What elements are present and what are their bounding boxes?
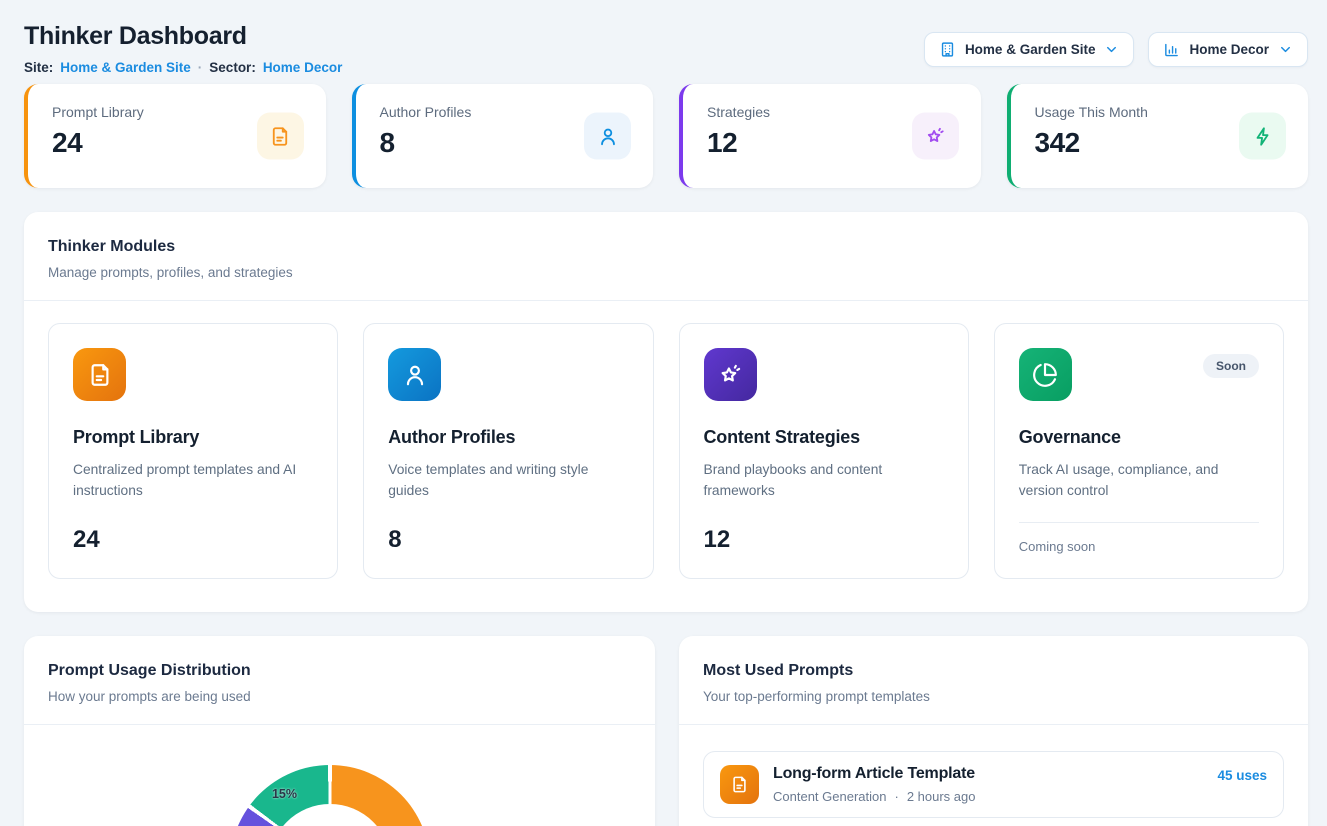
bar-chart-icon [1163, 41, 1180, 58]
donut-segment-label: 15% [272, 787, 297, 801]
modules-subtitle: Manage prompts, profiles, and strategies [48, 265, 1284, 280]
usage-donut-chart: 15% [230, 765, 430, 826]
zap-icon [1239, 113, 1286, 160]
header-actions: Home & Garden Site Home Decor [924, 32, 1308, 67]
divider [24, 724, 655, 725]
stat-card-usage: Usage This Month 342 [1007, 84, 1309, 188]
site-selector-label: Home & Garden Site [965, 42, 1096, 57]
thinker-dashboard-page: Thinker Dashboard Site: Home & Garden Si… [0, 0, 1327, 826]
module-title: Content Strategies [704, 427, 944, 448]
sector-selector-label: Home Decor [1189, 42, 1269, 57]
file-icon [720, 765, 759, 804]
stat-card-author-profiles: Author Profiles 8 [352, 84, 654, 188]
prompts-list: Long-form Article Template Content Gener… [679, 725, 1308, 826]
dot-separator: · [894, 789, 898, 804]
user-icon [388, 348, 441, 401]
prompt-list-item[interactable]: Long-form Article Template Content Gener… [703, 751, 1284, 818]
usage-header: Prompt Usage Distribution How your promp… [24, 636, 655, 724]
star-sparkle-icon [704, 348, 757, 401]
prompt-item-uses: 45 uses [1217, 768, 1267, 783]
usage-subtitle: How your prompts are being used [48, 689, 631, 704]
divider [1019, 522, 1259, 523]
module-count: 12 [704, 526, 944, 554]
page-title: Thinker Dashboard [24, 22, 342, 51]
module-card-content-strategies[interactable]: Content Strategies Brand playbooks and c… [679, 323, 969, 579]
module-description: Voice templates and writing style guides [388, 460, 628, 501]
module-card-governance: Soon Governance Track AI usage, complian… [994, 323, 1284, 579]
usage-distribution-card: Prompt Usage Distribution How your promp… [24, 636, 655, 826]
star-sparkle-icon [912, 113, 959, 160]
building-icon [939, 41, 956, 58]
usage-donut [230, 765, 430, 826]
module-card-prompt-library[interactable]: Prompt Library Centralized prompt templa… [48, 323, 338, 579]
module-description: Centralized prompt templates and AI inst… [73, 460, 313, 501]
file-icon [257, 113, 304, 160]
most-used-prompts-card: Most Used Prompts Your top-performing pr… [679, 636, 1308, 826]
modules-grid: Prompt Library Centralized prompt templa… [24, 301, 1308, 601]
coming-soon-text: Coming soon [1019, 539, 1259, 554]
breadcrumb: Site: Home & Garden Site · Sector: Home … [24, 60, 342, 75]
module-card-author-profiles[interactable]: Author Profiles Voice templates and writ… [363, 323, 653, 579]
sector-link[interactable]: Home Decor [263, 60, 343, 75]
prompts-title: Most Used Prompts [703, 662, 1284, 680]
site-link[interactable]: Home & Garden Site [60, 60, 191, 75]
stat-card-strategies: Strategies 12 [679, 84, 981, 188]
modules-title: Thinker Modules [48, 238, 1284, 256]
module-title: Author Profiles [388, 427, 628, 448]
module-title: Prompt Library [73, 427, 313, 448]
modules-header: Thinker Modules Manage prompts, profiles… [24, 212, 1308, 300]
prompt-item-meta: Content Generation · 2 hours ago [773, 789, 975, 804]
file-icon [73, 348, 126, 401]
stat-cards-row: Prompt Library 24 Author Profiles 8 Stra… [24, 84, 1308, 188]
pie-chart-icon [1019, 348, 1072, 401]
dot-separator: · [198, 60, 203, 75]
module-count: 24 [73, 526, 313, 554]
prompt-item-category: Content Generation [773, 789, 886, 804]
prompt-item-text: Long-form Article Template Content Gener… [773, 765, 975, 804]
soon-badge: Soon [1203, 354, 1259, 378]
prompts-header: Most Used Prompts Your top-performing pr… [679, 636, 1308, 724]
module-title: Governance [1019, 427, 1259, 448]
prompt-item-time: 2 hours ago [907, 789, 976, 804]
chevron-down-icon [1278, 42, 1293, 57]
stat-card-prompt-library: Prompt Library 24 [24, 84, 326, 188]
user-icon [584, 113, 631, 160]
prompts-subtitle: Your top-performing prompt templates [703, 689, 1284, 704]
usage-title: Prompt Usage Distribution [48, 662, 631, 680]
thinker-modules-card: Thinker Modules Manage prompts, profiles… [24, 212, 1308, 612]
prompt-item-title: Long-form Article Template [773, 765, 975, 783]
module-description: Track AI usage, compliance, and version … [1019, 460, 1259, 501]
sector-label: Sector: [209, 60, 256, 75]
chevron-down-icon [1104, 42, 1119, 57]
module-description: Brand playbooks and content frameworks [704, 460, 944, 501]
page-header: Thinker Dashboard Site: Home & Garden Si… [24, 22, 342, 75]
site-selector[interactable]: Home & Garden Site [924, 32, 1135, 67]
sector-selector[interactable]: Home Decor [1148, 32, 1308, 67]
module-count: 8 [388, 526, 628, 554]
site-label: Site: [24, 60, 53, 75]
